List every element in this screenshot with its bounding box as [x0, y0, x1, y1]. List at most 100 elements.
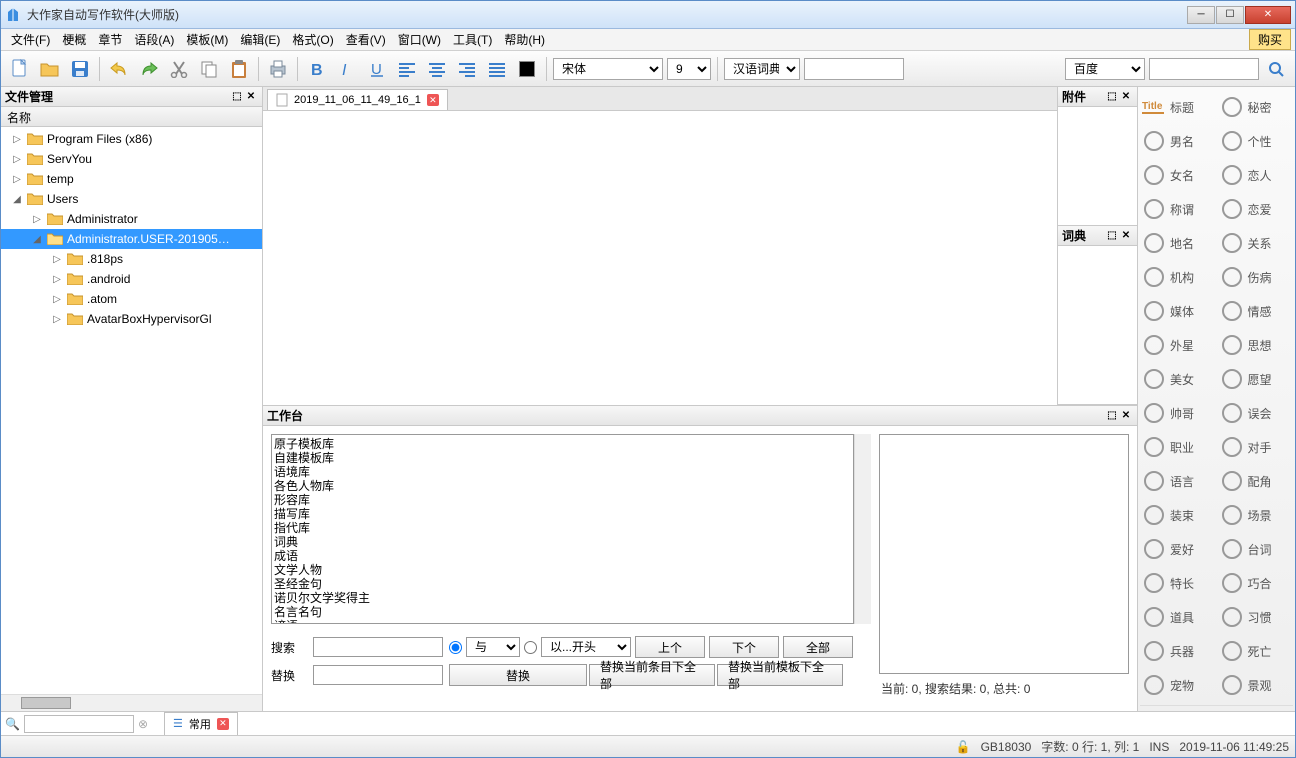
menu-edit[interactable]: 编辑(E) [234, 29, 286, 50]
sidebar-item-cup[interactable]: 习惯 [1218, 601, 1294, 633]
dict-panel-body[interactable] [1058, 246, 1137, 404]
text-color-button[interactable] [514, 56, 540, 82]
panel-close-icon[interactable]: ✕ [1119, 229, 1133, 243]
sidebar-item-heart[interactable]: 恋人 [1218, 159, 1294, 191]
menu-format[interactable]: 格式(O) [286, 29, 339, 50]
tree-row[interactable]: ▷Program Files (x86) [1, 129, 262, 149]
buy-button[interactable]: 购买 [1249, 29, 1291, 50]
bold-button[interactable]: B [304, 56, 330, 82]
sidebar-item-ring[interactable]: 恋爱 [1218, 193, 1294, 225]
tab-close-icon[interactable]: ✕ [427, 94, 439, 106]
print-button[interactable] [265, 56, 291, 82]
dictionary-select[interactable]: 汉语词典 [724, 58, 800, 80]
menu-template[interactable]: 模板(M) [180, 29, 234, 50]
list-item[interactable]: 各色人物库 [274, 479, 851, 493]
tree-row[interactable]: ▷Administrator [1, 209, 262, 229]
list-item[interactable]: 名言名句 [274, 605, 851, 619]
web-search-input[interactable] [1149, 58, 1259, 80]
sidebar-item-skill[interactable]: 特长 [1140, 567, 1216, 599]
menu-window[interactable]: 窗口(W) [392, 29, 447, 50]
align-center-button[interactable] [424, 56, 450, 82]
list-item[interactable]: 原子模板库 [274, 437, 851, 451]
mini-search-clear-icon[interactable]: ⊗ [138, 717, 148, 731]
open-button[interactable] [37, 56, 63, 82]
font-size-select[interactable]: 9 [667, 58, 711, 80]
menu-file[interactable]: 文件(F) [5, 29, 56, 50]
sidebar-item-alien[interactable]: 外星 [1140, 329, 1216, 361]
sidebar-item-puzzle[interactable]: 巧合 [1218, 567, 1294, 599]
pin-icon[interactable]: ⬚ [230, 90, 244, 104]
align-right-button[interactable] [454, 56, 480, 82]
sidebar-item-palette[interactable]: 个性 [1218, 125, 1294, 157]
panel-close-icon[interactable]: ✕ [1119, 409, 1133, 423]
prev-button[interactable]: 上个 [635, 636, 705, 658]
align-justify-button[interactable] [484, 56, 510, 82]
mini-search-input[interactable] [24, 715, 134, 733]
undo-button[interactable] [106, 56, 132, 82]
tree-column-header[interactable]: 名称 [1, 107, 262, 127]
search-icon[interactable] [1263, 56, 1289, 82]
pin-icon[interactable]: ⬚ [1105, 409, 1119, 423]
dictionary-input[interactable] [804, 58, 904, 80]
menu-outline[interactable]: 梗概 [56, 29, 92, 50]
sidebar-item-beauty[interactable]: 美女 [1140, 363, 1216, 395]
list-item[interactable]: 谚语 [274, 619, 851, 624]
tree-row[interactable]: ▷AvatarBoxHypervisorGl [1, 309, 262, 329]
tree-row[interactable]: ▷.atom [1, 289, 262, 309]
pin-icon[interactable]: ⬚ [1105, 90, 1119, 104]
sidebar-item-support[interactable]: 配角 [1218, 465, 1294, 497]
tab-close-icon[interactable]: ✕ [217, 718, 229, 730]
preview-pane[interactable] [879, 434, 1129, 674]
list-item[interactable]: 诺贝尔文学奖得主 [274, 591, 851, 605]
sidebar-item-male[interactable]: 男名 [1140, 125, 1216, 157]
attach-panel-body[interactable] [1058, 107, 1137, 225]
sidebar-item-atom[interactable]: 思想 [1218, 329, 1294, 361]
sidebar-item-tag[interactable]: 称谓 [1140, 193, 1216, 225]
common-tab[interactable]: ☰ 常用 ✕ [164, 712, 238, 736]
sidebar-item-pet[interactable]: 宠物 [1140, 669, 1216, 701]
sidebar-item-book[interactable]: 台词 [1218, 533, 1294, 565]
sidebar-item-death[interactable]: 死亡 [1218, 635, 1294, 667]
list-item[interactable]: 圣经金句 [274, 577, 851, 591]
sidebar-item-lock[interactable]: 秘密 [1218, 91, 1294, 123]
tree-row[interactable]: ◢Administrator.USER-201905… [1, 229, 262, 249]
list-item[interactable]: 成语 [274, 549, 851, 563]
menu-view[interactable]: 查看(V) [340, 29, 392, 50]
tree-row[interactable]: ▷temp [1, 169, 262, 189]
panel-close-icon[interactable]: ✕ [1119, 90, 1133, 104]
list-item[interactable]: 描写库 [274, 507, 851, 521]
replace-button[interactable]: 替换 [449, 664, 587, 686]
sidebar-item-grid[interactable]: 关系 [1218, 227, 1294, 259]
all-button[interactable]: 全部 [783, 636, 853, 658]
underline-button[interactable]: U [364, 56, 390, 82]
close-button[interactable]: ✕ [1245, 6, 1291, 24]
list-item[interactable]: 文学人物 [274, 563, 851, 577]
sidebar-item-cross[interactable]: 伤病 [1218, 261, 1294, 293]
list-item[interactable]: 指代库 [274, 521, 851, 535]
sidebar-item-miss[interactable]: 误会 [1218, 397, 1294, 429]
sidebar-item-play[interactable]: 媒体 [1140, 295, 1216, 327]
tree-row[interactable]: ◢Users [1, 189, 262, 209]
sidebar-item-prop[interactable]: 道具 [1140, 601, 1216, 633]
tree-row[interactable]: ▷ServYou [1, 149, 262, 169]
copy-button[interactable] [196, 56, 222, 82]
menu-tools[interactable]: 工具(T) [447, 29, 498, 50]
sidebar-item-hobby[interactable]: 爱好 [1140, 533, 1216, 565]
sidebar-item-pin[interactable]: 地名 [1140, 227, 1216, 259]
sidebar-item-hand[interactable]: 帅哥 [1140, 397, 1216, 429]
document-tab[interactable]: 2019_11_06_11_49_16_1 ✕ [267, 89, 448, 110]
sidebar-item-home[interactable]: 场景 [1218, 499, 1294, 531]
replace-entry-button[interactable]: 替换当前条目下全部 [589, 664, 715, 686]
sidebar-item-job[interactable]: 职业 [1140, 431, 1216, 463]
sidebar-item-org[interactable]: 机构 [1140, 261, 1216, 293]
menu-chapter[interactable]: 章节 [92, 29, 128, 50]
cut-button[interactable] [166, 56, 192, 82]
menu-segment[interactable]: 语段(A) [128, 29, 180, 50]
list-item[interactable]: 语境库 [274, 465, 851, 479]
tree-h-scrollbar[interactable] [1, 694, 262, 711]
sidebar-item-title[interactable]: Title标题 [1140, 91, 1216, 123]
startswith-radio[interactable] [524, 641, 537, 654]
font-family-select[interactable]: 宋体 [553, 58, 663, 80]
and-radio[interactable] [449, 641, 462, 654]
pin-icon[interactable]: ⬚ [1105, 229, 1119, 243]
